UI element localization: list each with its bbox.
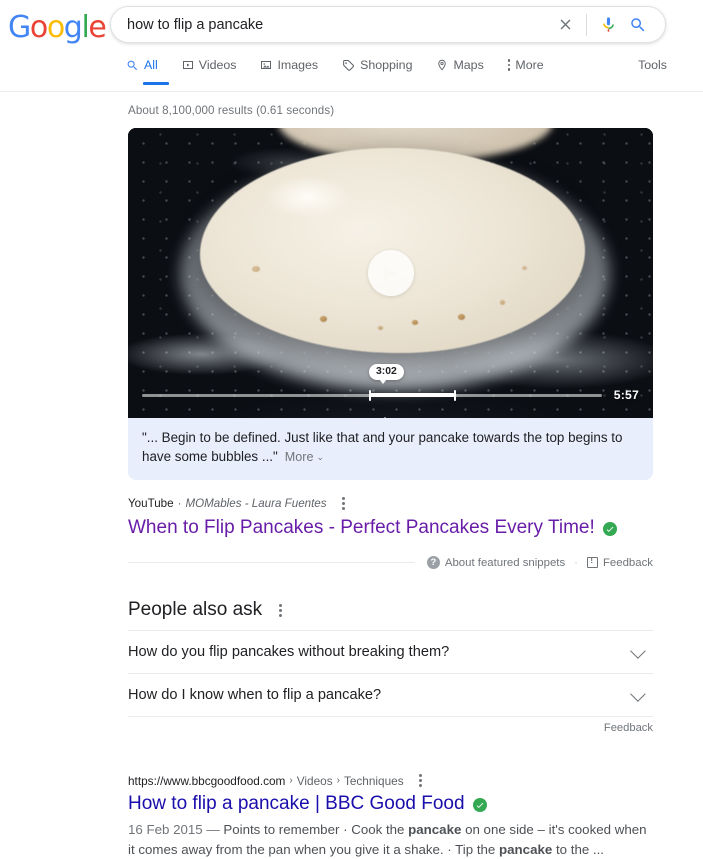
separator: · xyxy=(177,497,182,510)
breadcrumb-arrow: › xyxy=(336,775,340,786)
tab-shopping-label: Shopping xyxy=(360,58,413,72)
tab-all[interactable]: All xyxy=(126,58,172,85)
featured-snippet-footer: ? About featured snippets · Feedback xyxy=(128,555,653,569)
tab-videos-label: Videos xyxy=(198,58,237,72)
video-result-title-row: When to Flip Pancakes - Perfect Pancakes… xyxy=(128,515,653,540)
video-result: YouTube · MOMables - Laura Fuentes When … xyxy=(128,495,653,540)
tab-shopping[interactable]: Shopping xyxy=(342,58,426,85)
tab-images-label: Images xyxy=(277,58,319,72)
verified-check-icon xyxy=(603,522,618,536)
tab-images[interactable]: Images xyxy=(260,58,332,85)
chevron-down-icon: ⌄ xyxy=(316,452,325,462)
tab-more[interactable]: More xyxy=(507,58,558,85)
logo-letter-g: g xyxy=(63,10,83,45)
active-tab-indicator xyxy=(143,82,169,85)
paa-question-2[interactable]: How do I know when to flip a pancake? xyxy=(128,673,653,716)
chevron-down-icon xyxy=(630,642,646,659)
feedback-link[interactable]: Feedback xyxy=(603,557,653,569)
tag-icon xyxy=(343,59,355,71)
breadcrumb-arrow: › xyxy=(289,775,293,786)
segment-start-tick xyxy=(368,389,371,401)
result-date: 16 Feb 2015 xyxy=(128,822,203,837)
tools-button[interactable]: Tools xyxy=(638,58,667,72)
channel-name: MOMables - Laura Fuentes xyxy=(185,497,327,510)
video-duration: 5:57 xyxy=(613,388,639,402)
dash: — xyxy=(206,822,220,837)
description-part-3: to the ... xyxy=(552,841,605,857)
feedback-icon xyxy=(586,555,598,568)
video-timeline[interactable]: 5:57 xyxy=(128,384,653,406)
tab-maps[interactable]: Maps xyxy=(436,58,497,85)
video-snippet-panel: "... Begin to be defined. Just like that… xyxy=(128,418,653,480)
breadcrumb-videos: Videos xyxy=(296,773,333,788)
video-thumbnail[interactable]: 3:02 5:57 xyxy=(128,128,653,418)
organic-result-description: 16 Feb 2015 — Points to remember · Cook … xyxy=(128,820,653,859)
snippet-quote: "... Begin to be defined. Just like that… xyxy=(142,430,623,464)
search-input[interactable] xyxy=(111,7,550,42)
search-tabs: All Videos Images Shopping Maps More xyxy=(126,58,568,85)
google-logo[interactable]: Google xyxy=(8,10,107,45)
main-content: About 8,100,000 results (0.61 seconds) 3… xyxy=(0,92,703,859)
progress-highlight xyxy=(369,393,455,397)
paa-question-2-text: How do I know when to flip a pancake? xyxy=(128,687,382,703)
url-domain: https://www.bbcgoodfood.com xyxy=(128,773,286,788)
paa-question-1-text: How do you flip pancakes without breakin… xyxy=(128,644,450,660)
description-bold-1: pancake xyxy=(408,822,462,837)
featured-video-card: 3:02 5:57 "... Begin to be defined. Just… xyxy=(128,128,653,480)
progress-track[interactable] xyxy=(142,389,602,401)
video-result-source: YouTube · MOMables - Laura Fuentes xyxy=(128,495,653,512)
kebab-icon[interactable] xyxy=(275,602,286,619)
logo-letter-G: G xyxy=(8,10,31,45)
paa-feedback-link[interactable]: Feedback xyxy=(604,722,653,734)
video-current-time: 3:02 xyxy=(369,364,404,384)
snippet-pointer xyxy=(376,417,394,418)
search-bar-icons xyxy=(550,12,665,38)
tab-videos[interactable]: Videos xyxy=(182,58,251,85)
separator: · xyxy=(574,556,578,569)
tab-more-label: More xyxy=(515,58,544,72)
result-stats: About 8,100,000 results (0.61 seconds) xyxy=(128,104,335,117)
snippet-more-button[interactable]: More ⌄ xyxy=(285,450,324,464)
kebab-icon xyxy=(507,59,511,71)
close-icon[interactable] xyxy=(550,12,580,38)
tab-maps-label: Maps xyxy=(453,58,484,72)
divider xyxy=(128,562,415,563)
description-bold-2: pancake xyxy=(499,841,553,857)
organic-result-title[interactable]: How to flip a pancake | BBC Good Food xyxy=(128,793,465,814)
paa-feedback-row: Feedback xyxy=(128,716,653,734)
tab-all-label: All xyxy=(144,58,158,72)
heading-text: People also ask xyxy=(128,599,263,620)
page-header: Google All xyxy=(0,0,703,92)
logo-letter-o1: o xyxy=(29,10,48,45)
image-icon xyxy=(261,61,272,69)
source-name: YouTube xyxy=(128,497,174,510)
paa-question-1[interactable]: How do you flip pancakes without breakin… xyxy=(128,630,653,673)
question-mark-icon: ? xyxy=(426,556,440,569)
kebab-icon[interactable] xyxy=(338,495,349,512)
breadcrumb-techniques: Techniques xyxy=(343,773,404,788)
verified-check-icon xyxy=(473,798,488,812)
video-icon xyxy=(182,61,193,69)
search-icon xyxy=(127,60,138,70)
organic-result-title-row: How to flip a pancake | BBC Good Food xyxy=(128,791,653,816)
kebab-icon[interactable] xyxy=(415,772,426,789)
organic-result-url: https://www.bbcgoodfood.com › Videos › T… xyxy=(128,772,653,789)
search-icon[interactable] xyxy=(623,12,653,38)
divider xyxy=(586,13,587,36)
video-result-title[interactable]: When to Flip Pancakes - Perfect Pancakes… xyxy=(128,517,595,538)
pin-icon xyxy=(438,59,447,71)
microphone-icon[interactable] xyxy=(593,12,623,38)
segment-end-tick xyxy=(454,389,457,401)
logo-letter-e: e xyxy=(88,10,106,45)
people-also-ask-section: People also ask How do you flip pancakes… xyxy=(128,599,653,734)
play-icon[interactable] xyxy=(367,250,414,296)
people-also-ask-heading: People also ask xyxy=(128,599,653,621)
about-featured-snippets-link[interactable]: About featured snippets xyxy=(445,557,565,569)
organic-result: https://www.bbcgoodfood.com › Videos › T… xyxy=(128,772,653,859)
logo-letter-o2: o xyxy=(46,10,65,45)
search-bar[interactable] xyxy=(110,6,666,43)
chevron-down-icon xyxy=(630,685,646,702)
description-part-1: Points to remember · Cook the xyxy=(223,822,409,837)
